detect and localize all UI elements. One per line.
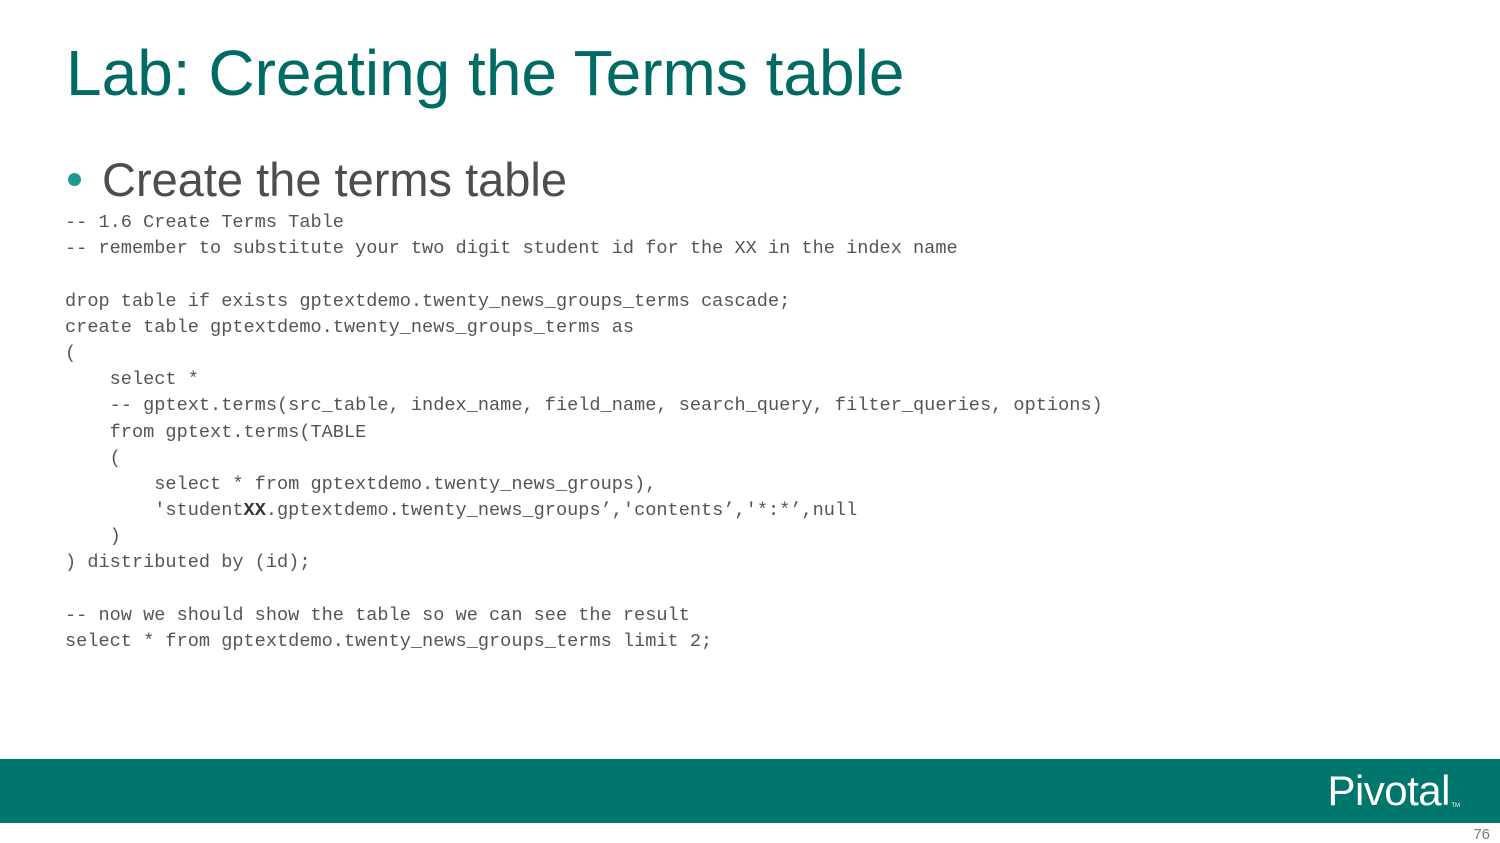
code-line: create table gptextdemo.twenty_news_grou… <box>65 316 635 338</box>
pivotal-logo: Pivotal TM <box>1327 767 1460 815</box>
sql-code-block: -- 1.6 Create Terms Table -- remember to … <box>65 210 1103 655</box>
student-id-placeholder: XX <box>243 500 266 522</box>
code-line: select * from gptextdemo.twenty_news_gro… <box>65 631 713 652</box>
code-line: -- gptext.terms(src_table, index_name, f… <box>65 395 1103 417</box>
code-line: -- 1.6 Create Terms Table <box>65 212 344 233</box>
footer-bar: Pivotal TM <box>0 759 1500 823</box>
brand-name: Pivotal <box>1327 767 1450 814</box>
code-line: ( <box>65 447 121 469</box>
code-line: drop table if exists gptextdemo.twenty_n… <box>65 290 791 312</box>
code-line: select * from gptextdemo.twenty_news_gro… <box>65 473 657 495</box>
code-line: ) <box>65 526 121 548</box>
code-line: from gptext.terms(TABLE <box>65 421 367 443</box>
page-number: 76 <box>1473 826 1490 843</box>
bullet-text: Create the terms table <box>102 153 567 206</box>
bullet-item: Create the terms table <box>68 150 567 210</box>
code-line: ) distributed by (id); <box>65 552 311 574</box>
code-line: select * <box>65 369 199 391</box>
code-line-student-index: 'studentXX.gptextdemo.twenty_news_groups… <box>65 498 1103 524</box>
slide-title: Lab: Creating the Terms table <box>66 37 905 109</box>
trademark-mark: TM <box>1451 803 1460 809</box>
code-line: -- now we should show the table so we ca… <box>65 604 690 626</box>
code-segment: .gptextdemo.twenty_news_groups’,'content… <box>265 500 858 522</box>
code-line: -- remember to substitute your two digit… <box>65 238 958 260</box>
bullet-dot-icon <box>68 172 81 186</box>
code-segment: 'student <box>65 500 244 522</box>
code-line: ( <box>65 342 77 364</box>
